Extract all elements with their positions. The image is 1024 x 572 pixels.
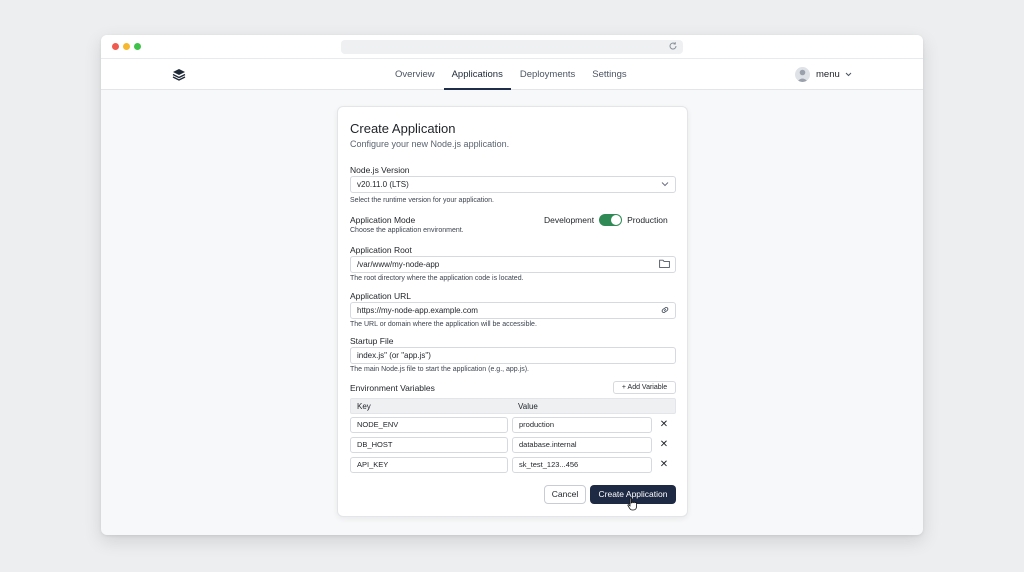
- app-mode-switch-row: Development Production: [544, 213, 668, 226]
- link-icon: [659, 305, 670, 316]
- node-version-value: v20.11.0 (LTS): [357, 180, 409, 189]
- app-root-label: Application Root: [350, 245, 412, 255]
- env-value-input[interactable]: database.internal: [512, 437, 652, 453]
- reload-icon[interactable]: [667, 41, 679, 53]
- minimize-window-icon[interactable]: [123, 43, 130, 50]
- remove-variable-icon[interactable]: ✕: [658, 439, 670, 451]
- tab-applications[interactable]: Applications: [443, 59, 512, 90]
- tab-deployments[interactable]: Deployments: [512, 59, 583, 90]
- app-url-value: https://my-node-app.example.com: [357, 306, 478, 315]
- app-url-help: The URL or domain where the application …: [350, 321, 537, 328]
- startup-file-value: index.js" (or "app.js"): [357, 351, 431, 360]
- app-mode-label: Application Mode: [350, 215, 416, 225]
- top-navbar: Overview Applications Deployments Settin…: [101, 59, 923, 90]
- env-table-header: Key Value: [350, 398, 676, 414]
- startup-file-input[interactable]: index.js" (or "app.js"): [350, 347, 676, 364]
- stack-layers-icon[interactable]: [171, 67, 187, 83]
- chevron-down-icon: [659, 179, 670, 190]
- startup-file-label: Startup File: [350, 336, 394, 346]
- browser-window: Overview Applications Deployments Settin…: [101, 35, 923, 535]
- address-bar[interactable]: [341, 40, 683, 54]
- maximize-window-icon[interactable]: [134, 43, 141, 50]
- app-mode-help: Choose the application environment.: [350, 227, 464, 234]
- nav-tabs: Overview Applications Deployments Settin…: [387, 59, 636, 90]
- user-menu[interactable]: menu: [795, 66, 852, 83]
- page-title: Create Application: [350, 121, 456, 136]
- chevron-down-icon: [845, 70, 852, 79]
- folder-icon[interactable]: [659, 259, 670, 270]
- env-key-input[interactable]: API_KEY: [350, 457, 508, 473]
- app-root-input[interactable]: /var/www/my-node-app: [350, 256, 676, 273]
- cancel-button[interactable]: Cancel: [544, 485, 586, 504]
- mode-development-label[interactable]: Development: [544, 215, 594, 225]
- avatar: [795, 67, 810, 82]
- startup-file-help: The main Node.js file to start the appli…: [350, 366, 529, 373]
- remove-variable-icon[interactable]: ✕: [658, 459, 670, 471]
- node-version-help: Select the runtime version for your appl…: [350, 197, 494, 204]
- tab-settings[interactable]: Settings: [584, 59, 634, 90]
- env-key-input[interactable]: NODE_ENV: [350, 417, 508, 433]
- user-menu-label: menu: [816, 69, 840, 80]
- env-value-input[interactable]: production: [512, 417, 652, 433]
- env-value-input[interactable]: sk_test_123...456: [512, 457, 652, 473]
- env-key-input[interactable]: DB_HOST: [350, 437, 508, 453]
- mode-production-label[interactable]: Production: [627, 215, 668, 225]
- app-url-input[interactable]: https://my-node-app.example.com: [350, 302, 676, 319]
- env-col-key: Key: [357, 402, 371, 411]
- env-col-value: Value: [518, 402, 538, 411]
- app-root-help: The root directory where the application…: [350, 275, 524, 282]
- node-version-select[interactable]: v20.11.0 (LTS): [350, 176, 676, 193]
- app-mode-toggle[interactable]: [599, 213, 623, 226]
- app-url-label: Application URL: [350, 291, 411, 301]
- remove-variable-icon[interactable]: ✕: [658, 419, 670, 431]
- env-vars-label: Environment Variables: [350, 383, 435, 393]
- tab-overview[interactable]: Overview: [387, 59, 443, 90]
- page-subtitle: Configure your new Node.js application.: [350, 139, 510, 149]
- node-version-label: Node.js Version: [350, 165, 410, 175]
- browser-titlebar: [101, 35, 923, 59]
- pointer-cursor-icon: [627, 497, 638, 511]
- add-variable-button[interactable]: + Add Variable: [613, 381, 676, 394]
- app-root-value: /var/www/my-node-app: [357, 260, 440, 269]
- close-window-icon[interactable]: [112, 43, 119, 50]
- create-application-card: Create Application Configure your new No…: [337, 106, 688, 517]
